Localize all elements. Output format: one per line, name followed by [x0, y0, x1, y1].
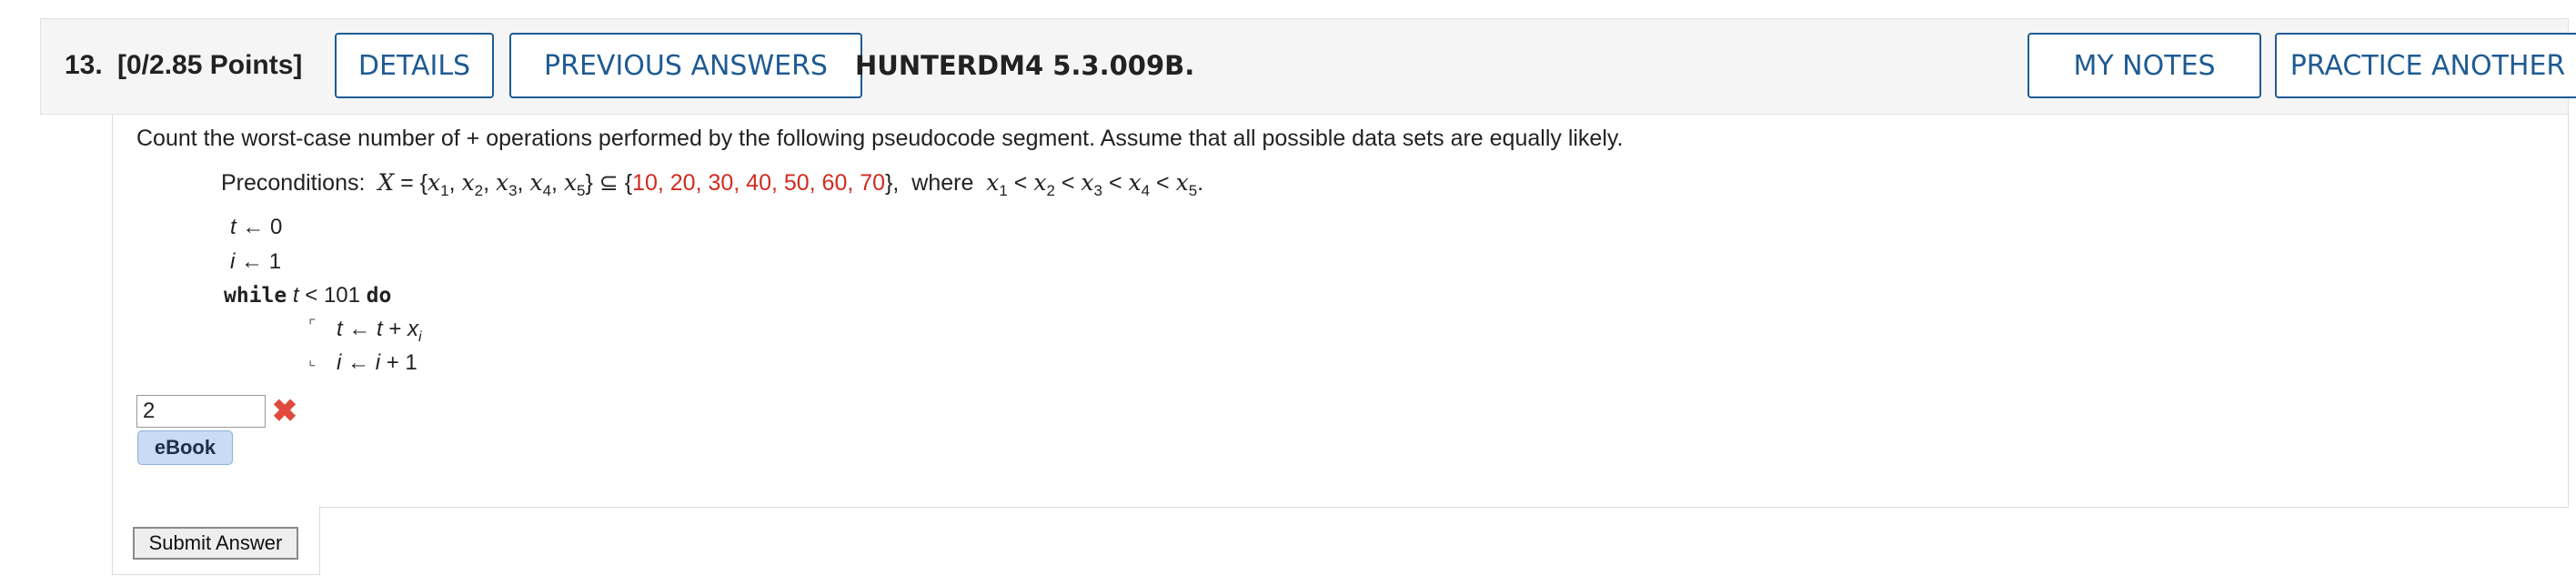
question-number: 13. — [65, 50, 103, 80]
wrong-x-icon: ✖ — [271, 394, 298, 429]
where-label: where — [911, 170, 974, 196]
code-line-4: i ← i + 1 — [337, 350, 418, 375]
while-condition: < 101 — [305, 283, 360, 308]
previous-answers-button[interactable]: PREVIOUS ANSWERS — [509, 33, 862, 98]
details-button[interactable]: DETAILS — [335, 33, 494, 98]
points-label: [0/2.85 Points] — [117, 50, 303, 80]
bracket-top-icon: ⌜ — [308, 317, 317, 335]
bracket-bottom-icon: ⌞ — [308, 350, 317, 369]
code-line-2-rhs: 1 — [268, 249, 282, 274]
my-notes-button[interactable]: MY NOTES — [2028, 33, 2261, 98]
code-line-4-rhs: + 1 — [386, 350, 418, 375]
question-header: 13. [0/2.85 Points] DETAILS PREVIOUS ANS… — [40, 18, 2576, 115]
code-line-1: t ← 0 — [230, 215, 283, 239]
preconditions-label: Preconditions: — [221, 170, 366, 196]
question-id: HUNTERDM4 5.3.009B. — [855, 50, 1195, 81]
code-line-3: t ← t + xi — [337, 317, 422, 345]
do-keyword: do — [366, 284, 392, 308]
submit-answer-button[interactable]: Submit Answer — [133, 527, 298, 560]
code-line-while: while t < 101 do — [224, 283, 392, 308]
ebook-button[interactable]: eBook — [137, 430, 233, 465]
set-values: 10, 20, 30, 40, 50, 60, 70 — [632, 170, 886, 196]
preconditions: Preconditions: X = {x1, x2, x3, x4, x5} … — [221, 169, 1204, 199]
while-keyword: while — [224, 284, 287, 308]
code-line-1-rhs: 0 — [270, 215, 283, 239]
answer-input[interactable] — [136, 395, 266, 428]
question-prompt: Count the worst-case number of + operati… — [136, 126, 1624, 151]
practice-another-button[interactable]: PRACTICE ANOTHER — [2275, 33, 2576, 98]
code-line-2: i ← 1 — [230, 249, 282, 274]
